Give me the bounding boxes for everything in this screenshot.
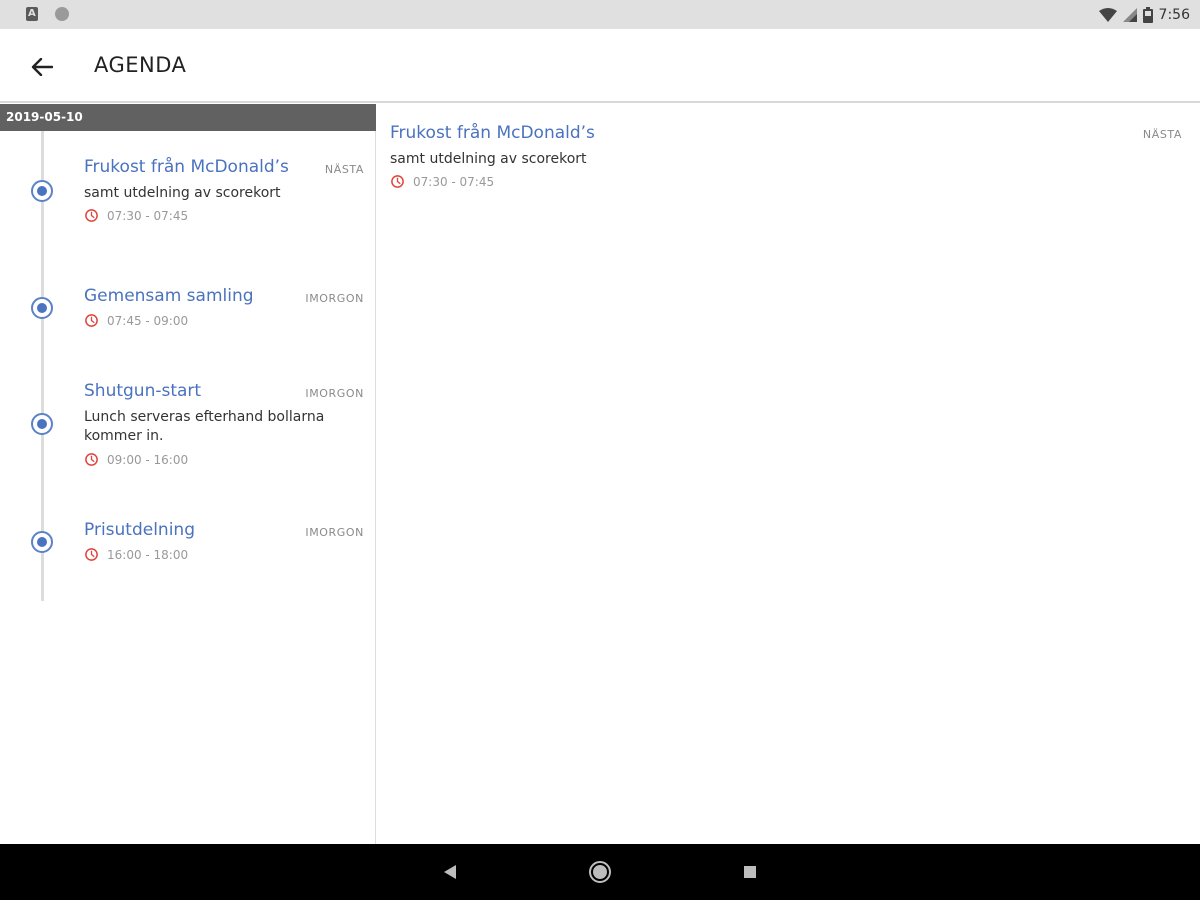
agenda-item-description: samt utdelning av scorekort — [84, 185, 281, 201]
agenda-item-time: 07:45 - 09:00 — [84, 313, 188, 328]
nav-recents-button[interactable] — [736, 858, 764, 886]
back-button[interactable] — [22, 51, 62, 83]
agenda-item-badge: NÄSTA — [324, 163, 364, 176]
nav-back-icon — [444, 865, 456, 879]
arrow-left-icon — [31, 58, 53, 76]
app-notification-icon: A — [26, 7, 38, 21]
detail-title: Frukost från McDonald’s — [390, 123, 595, 143]
timeline-dot-icon — [31, 531, 53, 553]
agenda-item-badge: IMORGON — [305, 387, 364, 400]
nav-home-icon — [589, 861, 611, 883]
status-icons: 7:56 — [1098, 5, 1190, 25]
agenda-item[interactable]: Shutgun-start IMORGON Lunch serveras eft… — [0, 375, 376, 485]
agenda-item-title: Prisutdelning — [84, 520, 195, 540]
agenda-item[interactable]: Gemensam samling IMORGON 07:45 - 09:00 — [0, 280, 376, 360]
wifi-icon — [1098, 8, 1117, 22]
agenda-item-badge: IMORGON — [305, 292, 364, 305]
agenda-item-time: 09:00 - 16:00 — [84, 452, 188, 467]
date-header: 2019-05-10 — [0, 104, 376, 131]
agenda-item-time: 07:30 - 07:45 — [84, 208, 188, 223]
agenda-detail: Frukost från McDonald’s NÄSTA samt utdel… — [377, 104, 1200, 844]
agenda-item[interactable]: Prisutdelning IMORGON 16:00 - 18:00 — [0, 514, 376, 594]
agenda-item-time-text: 16:00 - 18:00 — [107, 547, 189, 562]
agenda-item-badge: IMORGON — [305, 526, 364, 539]
clock-icon — [85, 209, 98, 222]
battery-icon — [1142, 7, 1153, 23]
agenda-item-time-text: 07:30 - 07:45 — [107, 208, 189, 223]
detail-time-text: 07:30 - 07:45 — [413, 174, 495, 189]
clock-icon — [391, 175, 404, 188]
agenda-item-time-text: 09:00 - 16:00 — [107, 452, 189, 467]
circle-notification-icon — [55, 7, 69, 21]
nav-back-button[interactable] — [436, 858, 464, 886]
agenda-item-description: Lunch serveras efterhand bollarna kommer… — [84, 409, 325, 444]
timeline-dot-icon — [31, 297, 53, 319]
agenda-item-title: Frukost från McDonald’s — [84, 157, 289, 177]
timeline-dot-icon — [31, 413, 53, 435]
app-bar: AGENDA — [0, 29, 1200, 103]
agenda-list: 2019-05-10 Frukost från McDonald’s NÄSTA… — [0, 104, 376, 844]
detail-description: samt utdelning av scorekort — [390, 151, 587, 167]
clock-icon — [85, 314, 98, 327]
notification-letter: A — [28, 8, 36, 19]
clock-icon — [85, 453, 98, 466]
status-bar: A 7:56 — [0, 0, 1200, 29]
clock-icon — [85, 548, 98, 561]
detail-badge: NÄSTA — [1142, 128, 1182, 141]
agenda-item-time-text: 07:45 - 09:00 — [107, 313, 189, 328]
detail-time: 07:30 - 07:45 — [390, 174, 494, 189]
system-nav-bar — [0, 844, 1200, 900]
nav-home-button[interactable] — [586, 858, 614, 886]
agenda-item-time: 16:00 - 18:00 — [84, 547, 188, 562]
signal-icon — [1122, 8, 1137, 22]
agenda-item[interactable]: Frukost från McDonald’s NÄSTA samt utdel… — [0, 151, 376, 271]
nav-recents-icon — [744, 866, 756, 878]
agenda-item-title: Shutgun-start — [84, 381, 202, 401]
agenda-item-title: Gemensam samling — [84, 286, 254, 306]
page-title: AGENDA — [94, 53, 187, 77]
timeline-dot-icon — [31, 180, 53, 202]
status-time: 7:56 — [1158, 7, 1190, 23]
